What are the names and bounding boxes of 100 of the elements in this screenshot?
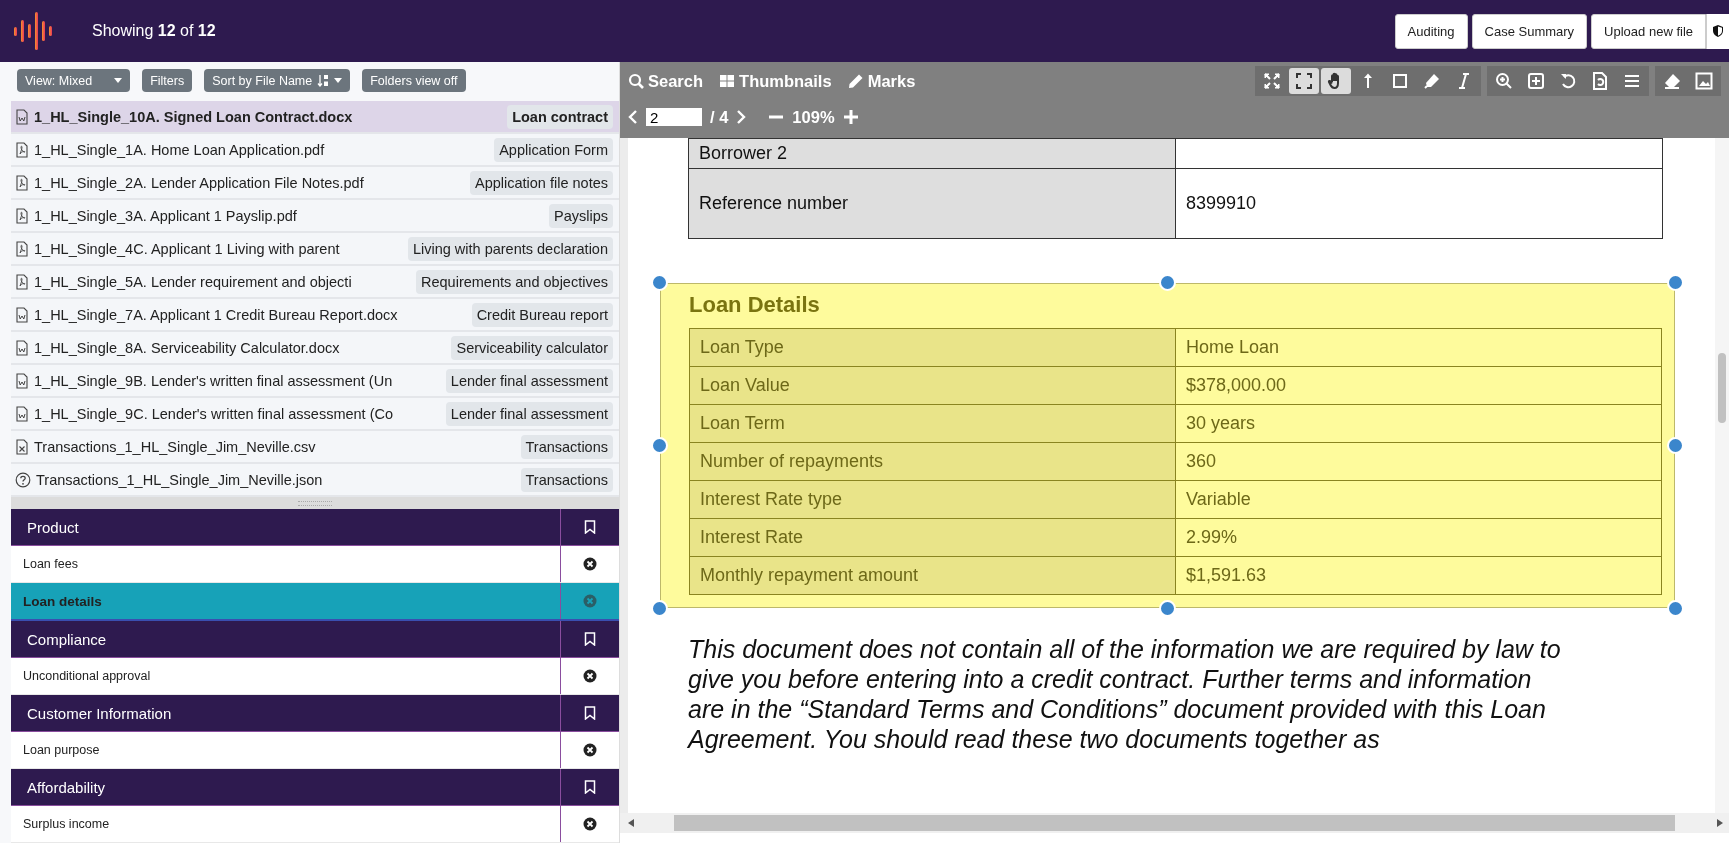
table-cell: Loan Value (689, 366, 1176, 405)
highlight-annotation[interactable]: Loan Details Loan Type Home Loan Loan Value $378,000.00 Loan Term 30 years Number of repayments 360 Interest Rate type Variable Interest Rate 2.99% Monthly repayment amount $1,591.63 (660, 283, 1675, 608)
bookmark-icon[interactable] (584, 706, 596, 720)
caret-down-icon (334, 78, 343, 84)
close-circle-icon[interactable] (583, 743, 597, 757)
document-tag: Payslips (549, 203, 613, 228)
resize-handle[interactable] (1667, 274, 1684, 291)
table-cell: Interest Rate (689, 518, 1176, 557)
viewer-tool-button[interactable]: Marks (847, 71, 916, 91)
header-button[interactable]: Auditing (1394, 13, 1468, 49)
file-name: 1_HL_Single_3A. Applicant 1 Payslip.pdf (34, 207, 298, 224)
zoom-in-icon (1495, 72, 1513, 90)
file-name: 1_HL_Single_2A. Lender Application File Notes.pdf (34, 174, 365, 191)
resize-handle[interactable] (651, 600, 668, 617)
pdf-file-icon (15, 240, 29, 257)
table-cell: Loan Term (689, 404, 1176, 443)
document-tag: Application file notes (470, 170, 613, 195)
category-title: Compliance (26, 630, 108, 648)
pdf-file-icon (15, 207, 29, 224)
file-name: 1_HL_Single_7A. Applicant 1 Credit Bureau Report.docx (34, 306, 399, 323)
pdf-file-icon (15, 141, 29, 158)
table-cell: 8399910 (1175, 168, 1663, 239)
scrollbar-thumb[interactable] (1718, 353, 1726, 423)
category-title: Customer Information (26, 704, 173, 722)
plus-icon[interactable] (842, 109, 859, 125)
section-title: Loan Details (689, 292, 820, 318)
eraser-icon (1663, 72, 1681, 90)
sort-icon (317, 74, 330, 88)
checklist-item[interactable]: Loan fees (11, 546, 619, 583)
pencil-icon (847, 73, 864, 89)
disclaimer-paragraph: This document does not contain all of the information we are required by law to give you before entering into a credit contract. Further terms and information are in the “Standard Terms and Conditions” document provided with this Loan Agreement. You should read these two documents together as (688, 634, 1562, 754)
zoom-level: 109% (792, 107, 835, 127)
horizontal-scrollbar[interactable] (620, 813, 1729, 833)
table-cell: 30 years (1175, 404, 1662, 443)
item-label: Loan details (22, 593, 103, 609)
menu-icon (1623, 72, 1641, 90)
bookmark-icon[interactable] (584, 520, 596, 534)
marker-icon (1423, 72, 1441, 90)
plus-square-icon (1527, 72, 1545, 90)
image-icon (1695, 72, 1713, 90)
file-name: 1_HL_Single_9C. Lender's written final assessment (Co (34, 405, 394, 422)
category-title: Affordability (26, 778, 107, 796)
chevron-right-icon[interactable] (736, 110, 747, 124)
word-file-icon (15, 372, 29, 389)
question-circle-icon (15, 471, 31, 488)
bookmark-icon[interactable] (584, 780, 596, 794)
tool-button[interactable] (1321, 68, 1351, 94)
checklist-item[interactable]: Unconditional approval (11, 658, 619, 695)
table-cell: Reference number (688, 168, 1176, 239)
close-circle-icon[interactable] (583, 817, 597, 831)
header-button[interactable]: Case Summary (1471, 13, 1588, 49)
splitter-handle[interactable] (11, 497, 619, 509)
toolbar-button[interactable]: Filters (142, 69, 193, 93)
viewer-tool-button[interactable]: Thumbnails (719, 71, 832, 91)
chevron-left-icon[interactable] (628, 110, 638, 124)
file-name: 1_HL_Single_5A. Lender requirement and objecti (34, 273, 353, 290)
table-cell: Loan Type (689, 328, 1176, 367)
resize-handle[interactable] (1667, 600, 1684, 617)
checklist-item[interactable]: Loan purpose (11, 732, 619, 769)
header-button[interactable]: Upload new file (1591, 13, 1706, 49)
table-cell: Home Loan (1175, 328, 1662, 367)
category-title: Product (26, 518, 80, 536)
document-tag: Transactions (520, 467, 613, 492)
checklist-item[interactable]: Loan details (11, 583, 619, 621)
shield-icon[interactable] (1712, 24, 1724, 38)
word-file-icon (15, 405, 29, 422)
document-tag: Transactions (520, 434, 613, 459)
table-cell: Variable (1175, 480, 1662, 519)
table-cell: 360 (1175, 442, 1662, 481)
dropdown-button[interactable]: View: Mixed (17, 69, 131, 93)
file-name: 1_HL_Single_4C. Applicant 1 Living with parent (34, 240, 341, 257)
pdf-file-icon (15, 174, 29, 191)
table-cell: Monthly repayment amount (689, 556, 1176, 595)
dropdown-button[interactable]: Sort by File Name (204, 69, 351, 93)
resize-handle[interactable] (651, 274, 668, 291)
document-tag: Living with parents declaration (407, 236, 613, 261)
document-tag: Loan contract (507, 104, 613, 129)
document-icon (1591, 72, 1609, 90)
item-label: Surplus income (22, 817, 111, 831)
table-cell: Borrower 2 (688, 138, 1176, 169)
document-tag: Serviceability calculator (451, 335, 613, 360)
tool-button[interactable] (1289, 68, 1319, 94)
file-row[interactable]: 1_HL_Single_10A. Signed Loan Contract.docx Loan contract (11, 101, 619, 135)
spreadsheet-file-icon (15, 438, 29, 455)
grid-icon (719, 73, 736, 89)
document-tag: Requirements and objectives (416, 269, 613, 294)
close-circle-icon[interactable] (583, 557, 597, 571)
word-file-icon (15, 306, 29, 323)
checklist-item[interactable]: Surplus income (11, 806, 619, 843)
page-number-field[interactable]: 2 (646, 108, 702, 126)
page-total: / 4 (710, 107, 729, 127)
scroll-right-icon[interactable] (1717, 819, 1723, 827)
bookmark-icon[interactable] (584, 632, 596, 646)
toolbar-button[interactable]: Folders view off (362, 69, 466, 93)
close-circle-icon[interactable] (583, 669, 597, 683)
scroll-left-icon[interactable] (628, 819, 634, 827)
square-icon (1391, 72, 1409, 90)
table-cell: $378,000.00 (1175, 366, 1662, 405)
viewer-tool-button[interactable]: Search (628, 71, 704, 91)
caret-down-icon (114, 78, 123, 84)
